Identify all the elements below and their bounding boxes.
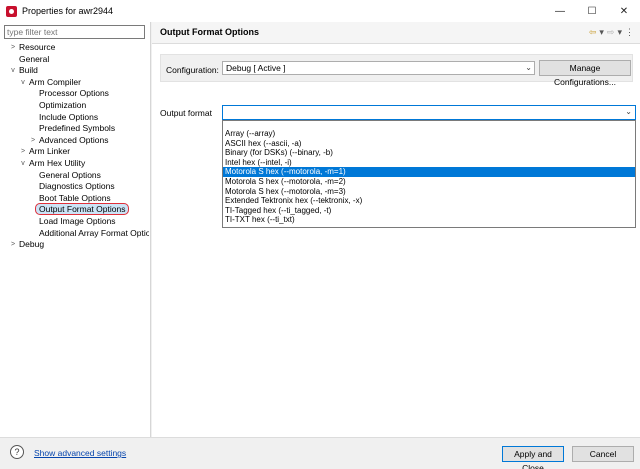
chevron-right-icon[interactable]: > [9,42,17,54]
manage-configurations-button[interactable]: Manage Configurations... [539,60,631,87]
tree-item-include-options[interactable]: Include Options [39,112,98,124]
configuration-label: Configuration: [166,65,219,75]
tree-item-label: General Options [39,169,101,180]
tree-item-label: Resource [19,42,56,52]
tree-item-optimization[interactable]: Optimization [39,100,86,112]
filter-input[interactable] [4,25,145,39]
tree-item-general[interactable]: General [19,54,49,66]
tree-item-label: Build [19,65,38,76]
tree-item-resource[interactable]: > Resource [10,42,55,54]
configuration-group: Configuration: Debug [ Active ] ⌄ Manage… [160,54,633,87]
tree-item-diagnostics-options[interactable]: Diagnostics Options [39,181,115,193]
tree-item-advanced-options[interactable]: > Advanced Options [29,134,109,147]
tree-item-load-image-options[interactable]: Load Image Options [39,216,116,228]
nav-toolbar: ⇦ ▾ ⇨ ▾ ⋮ [589,27,634,38]
tree-item-label: Advanced Options [39,134,109,145]
page-title: Output Format Options [160,27,259,37]
dropdown-option[interactable]: Motorola S hex (--motorola, -m=3) [223,187,635,197]
chevron-down-icon: ⌄ [525,63,532,72]
tree-item-processor-options[interactable]: Processor Options [39,88,109,100]
tree-item-arm-linker[interactable]: > Arm Linker [20,146,70,158]
apply-and-close-button[interactable]: Apply and Close [502,446,564,469]
configuration-value: Debug [ Active ] [226,63,286,73]
forward-menu-icon[interactable]: ▾ [617,27,622,38]
close-icon[interactable]: ✕ [608,0,640,22]
help-icon[interactable]: ? [10,445,24,459]
dropdown-option[interactable]: Intel hex (--intel, -i) [223,158,635,168]
page-header: Output Format Options ⇦ ▾ ⇨ ▾ ⋮ [152,22,640,44]
sidebar: > Resource General v Build v Arm Compile… [0,22,151,437]
tree-item-label: Additional Array Format Options [39,227,149,238]
tree-item-arm-compiler[interactable]: v Arm Compiler [20,77,81,89]
tree-item-label: General [19,53,50,64]
tree-item-label: Include Options [39,111,99,122]
window-title: Properties for awr2944 [22,6,114,16]
dropdown-option[interactable]: Motorola S hex (--motorola, -m=2) [223,177,635,187]
dropdown-option[interactable]: TI-TXT hex (--ti_txt) [223,215,635,225]
tree-item-label: Arm Hex Utility [29,158,86,168]
cancel-button[interactable]: Cancel [572,446,634,462]
chevron-down-icon[interactable]: v [9,65,17,77]
tree-item-predefined-symbols[interactable]: Predefined Symbols [39,123,115,135]
dropdown-option-highlighted[interactable]: Motorola S hex (--motorola, -m=1) [223,167,635,177]
chevron-down-icon[interactable]: v [19,158,27,170]
tree-item-build[interactable]: v Build [10,65,38,77]
tree-item-additional-array-format-options[interactable]: Additional Array Format Options [39,228,149,240]
tree-item-label: Arm Linker [29,146,71,157]
tree-item-label: Load Image Options [39,216,116,226]
tree-item-label: Debug [19,239,45,250]
tree-item-label-selected: Output Format Options [35,203,130,216]
dropdown-option[interactable]: Binary (for DSKs) (--binary, -b) [223,148,635,158]
dropdown-option[interactable]: Array (--array) [223,129,635,139]
main-panel: Output Format Options ⇦ ▾ ⇨ ▾ ⋮ Configur… [152,22,640,437]
configuration-select[interactable]: Debug [ Active ] ⌄ [222,61,535,75]
dropdown-option[interactable]: ASCII hex (--ascii, -a) [223,139,635,149]
tree-item-output-format-options[interactable]: Output Format Options [35,203,130,216]
window-controls: — ☐ ✕ [544,0,640,22]
tree-item-arm-hex-utility[interactable]: v Arm Hex Utility [20,158,85,170]
back-menu-icon[interactable]: ▾ [599,27,604,38]
chevron-down-icon: ⌄ [625,107,632,116]
show-advanced-settings-link[interactable]: Show advanced settings [34,448,126,458]
chevron-down-icon[interactable]: v [19,77,27,89]
output-format-select[interactable]: ⌄ [222,105,636,120]
title-bar: Properties for awr2944 — ☐ ✕ [0,0,640,22]
back-arrow-icon[interactable]: ⇦ [589,27,597,38]
chevron-right-icon[interactable]: > [19,146,27,158]
dialog-footer: ? Show advanced settings Apply and Close… [0,437,640,469]
output-format-label: Output format [160,108,212,118]
tree-item-label: Arm Compiler [29,76,81,87]
tree-item-label: Optimization [39,100,87,110]
more-options-icon[interactable]: ⋮ [625,27,634,38]
output-format-dropdown-list: Array (--array) ASCII hex (--ascii, -a) … [222,120,636,228]
tree-item-debug[interactable]: > Debug [10,239,44,251]
app-icon [6,5,17,17]
tree-item-label: Predefined Symbols [39,123,116,134]
maximize-icon[interactable]: ☐ [576,0,608,22]
tree-item-label: Processor Options [39,88,109,99]
chevron-right-icon[interactable]: > [29,135,37,147]
chevron-right-icon[interactable]: > [9,239,17,251]
dropdown-option[interactable]: TI-Tagged hex (--ti_tagged, -t) [223,206,635,216]
minimize-icon[interactable]: — [544,0,576,22]
tree-item-general-options[interactable]: General Options [39,170,101,182]
forward-arrow-icon[interactable]: ⇨ [607,27,615,38]
tree-item-label: Diagnostics Options [39,181,115,192]
tree-item-label: Boot Table Options [39,192,111,203]
dropdown-option[interactable]: Extended Tektronix hex (--tektronix, -x) [223,196,635,206]
